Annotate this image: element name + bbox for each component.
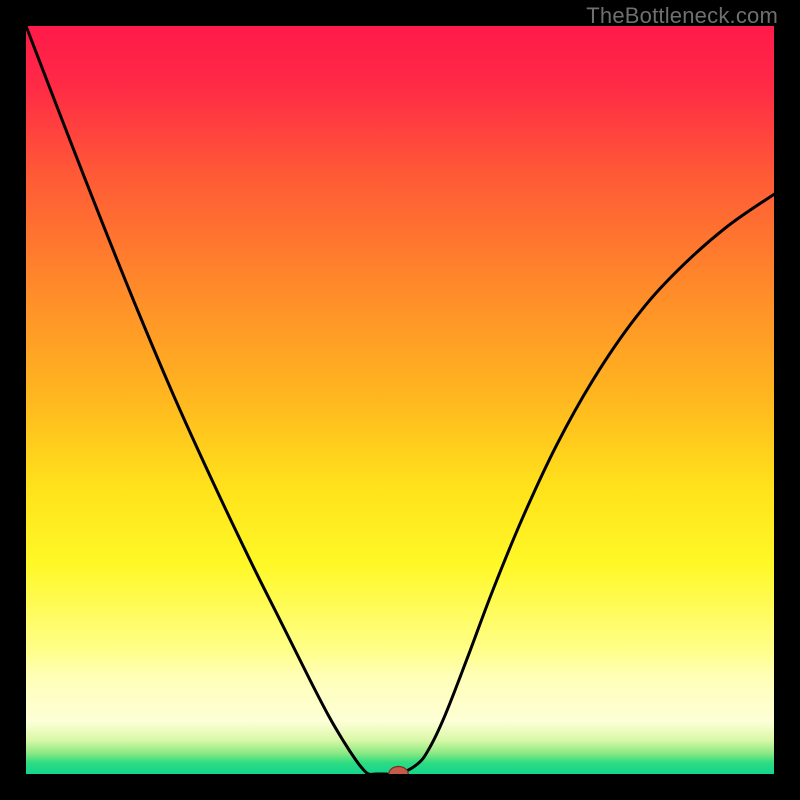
gradient-background <box>26 26 774 774</box>
plot-area <box>26 26 774 774</box>
watermark-text: TheBottleneck.com <box>586 3 778 29</box>
chart-frame: TheBottleneck.com <box>0 0 800 800</box>
bottleneck-chart <box>26 26 774 774</box>
